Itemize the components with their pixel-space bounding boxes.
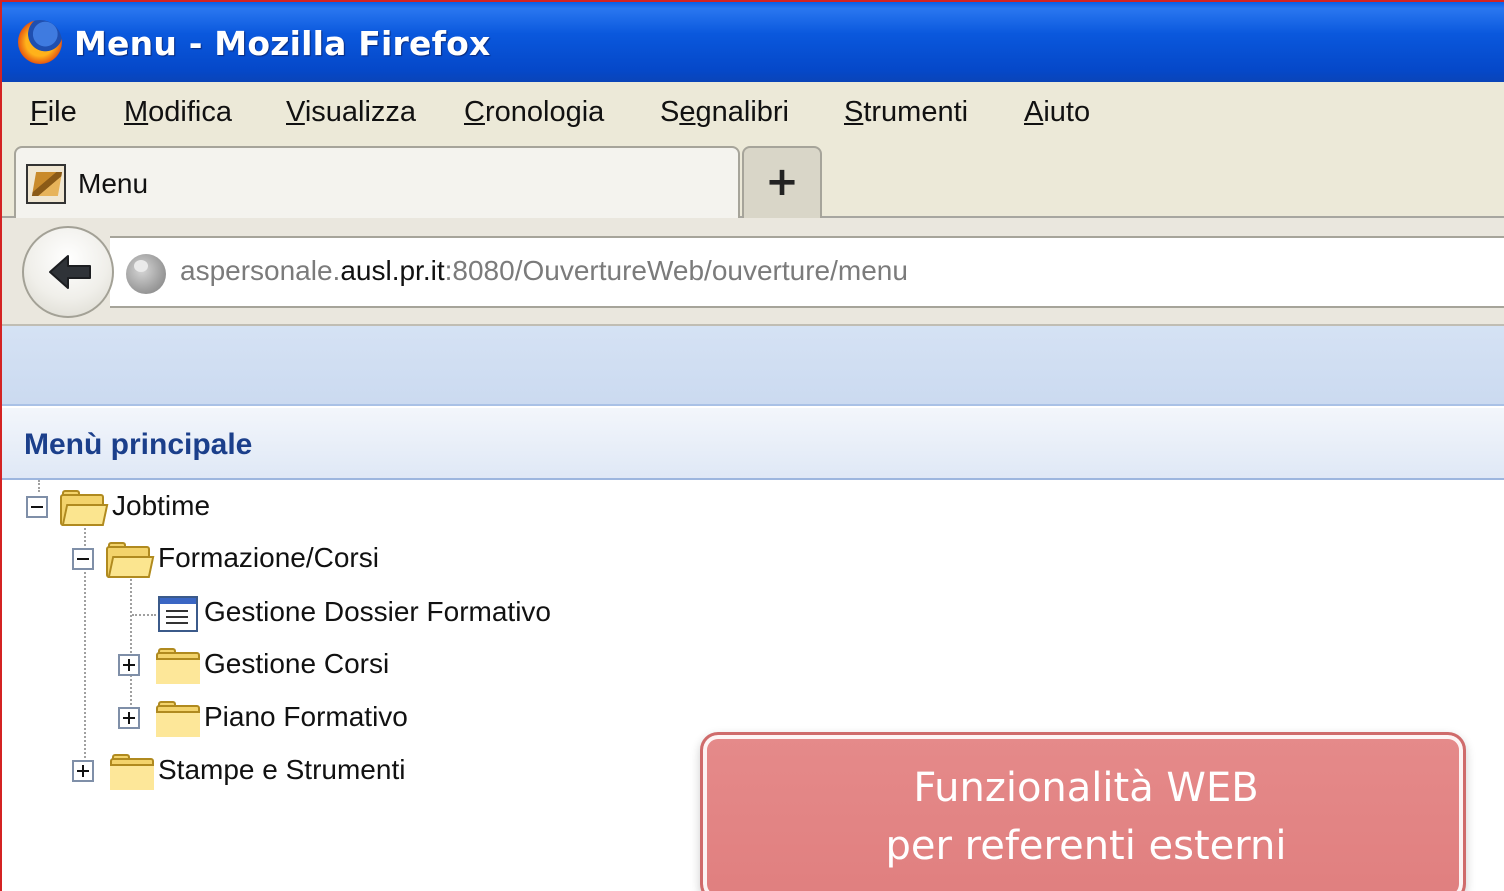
tab-label: Menu bbox=[78, 168, 149, 199]
section-header: Menù principale bbox=[2, 408, 1504, 480]
expand-icon[interactable] bbox=[72, 760, 94, 782]
menu-file[interactable]: File bbox=[30, 96, 77, 129]
url-bar[interactable]: aspersonale.ausl.pr.it:8080/OuvertureWeb… bbox=[110, 236, 1504, 308]
new-tab-button[interactable]: + bbox=[742, 146, 822, 218]
browser-window: Menu - Mozilla Firefox File Modifica Vis… bbox=[0, 0, 1504, 891]
section-title: Menù principale bbox=[24, 428, 253, 461]
menu-strumenti[interactable]: Strumenti bbox=[844, 96, 968, 129]
navigation-bar: aspersonale.ausl.pr.it:8080/OuvertureWeb… bbox=[2, 218, 1504, 326]
favicon-icon bbox=[26, 164, 66, 204]
folder-icon bbox=[156, 701, 202, 739]
back-arrow-icon bbox=[49, 255, 91, 289]
menu-modifica[interactable]: Modifica bbox=[124, 96, 232, 129]
menu-visualizza[interactable]: Visualizza bbox=[286, 96, 416, 129]
collapse-icon[interactable] bbox=[72, 548, 94, 570]
tree-label: Gestione Corsi bbox=[204, 648, 390, 679]
expand-icon[interactable] bbox=[118, 654, 140, 676]
callout-line-2: per referenti esterni bbox=[885, 823, 1287, 869]
app-toolbar-band bbox=[2, 326, 1504, 406]
back-button[interactable] bbox=[22, 226, 114, 318]
tree-node-formazione-corsi[interactable]: Formazione/Corsi bbox=[72, 536, 572, 586]
tree-label: Piano Formativo bbox=[204, 701, 408, 732]
tree-connector bbox=[132, 614, 156, 616]
url-text: aspersonale.ausl.pr.it:8080/OuvertureWeb… bbox=[180, 255, 908, 286]
title-bar[interactable]: Menu - Mozilla Firefox bbox=[2, 2, 1504, 82]
tree-node-jobtime[interactable]: Jobtime bbox=[26, 484, 426, 534]
tab-menu[interactable]: Menu bbox=[14, 146, 740, 220]
window-title: Menu - Mozilla Firefox bbox=[74, 24, 491, 63]
tree-node-piano-formativo[interactable]: Piano Formativo bbox=[118, 695, 618, 745]
tree-node-gestione-dossier-formativo[interactable]: Gestione Dossier Formativo bbox=[158, 590, 758, 640]
folder-icon bbox=[110, 754, 156, 792]
folder-open-icon bbox=[60, 490, 109, 528]
expand-icon[interactable] bbox=[118, 707, 140, 729]
form-icon bbox=[158, 596, 198, 632]
collapse-icon[interactable] bbox=[26, 496, 48, 518]
menu-cronologia[interactable]: Cronologia bbox=[464, 96, 604, 129]
tab-strip: Menu + bbox=[2, 144, 1504, 220]
tree-label: Stampe e Strumenti bbox=[158, 754, 406, 785]
tree-label: Formazione/Corsi bbox=[158, 542, 379, 573]
tree-node-stampe-e-strumenti[interactable]: Stampe e Strumenti bbox=[72, 748, 572, 798]
menu-bar: File Modifica Visualizza Cronologia Segn… bbox=[2, 82, 1504, 144]
menu-aiuto[interactable]: Aiuto bbox=[1024, 96, 1090, 129]
firefox-logo-icon bbox=[18, 20, 62, 64]
folder-icon bbox=[156, 648, 202, 686]
globe-icon bbox=[126, 254, 166, 294]
tree-label: Jobtime bbox=[112, 490, 211, 521]
menu-segnalibri[interactable]: Segnalibri bbox=[660, 96, 789, 129]
callout-box: Funzionalità WEB per referenti esterni bbox=[700, 732, 1466, 891]
folder-open-icon bbox=[106, 542, 155, 580]
tree-label: Gestione Dossier Formativo bbox=[204, 596, 552, 627]
tree-node-gestione-corsi[interactable]: Gestione Corsi bbox=[118, 642, 618, 692]
callout-line-1: Funzionalità WEB bbox=[913, 765, 1259, 811]
